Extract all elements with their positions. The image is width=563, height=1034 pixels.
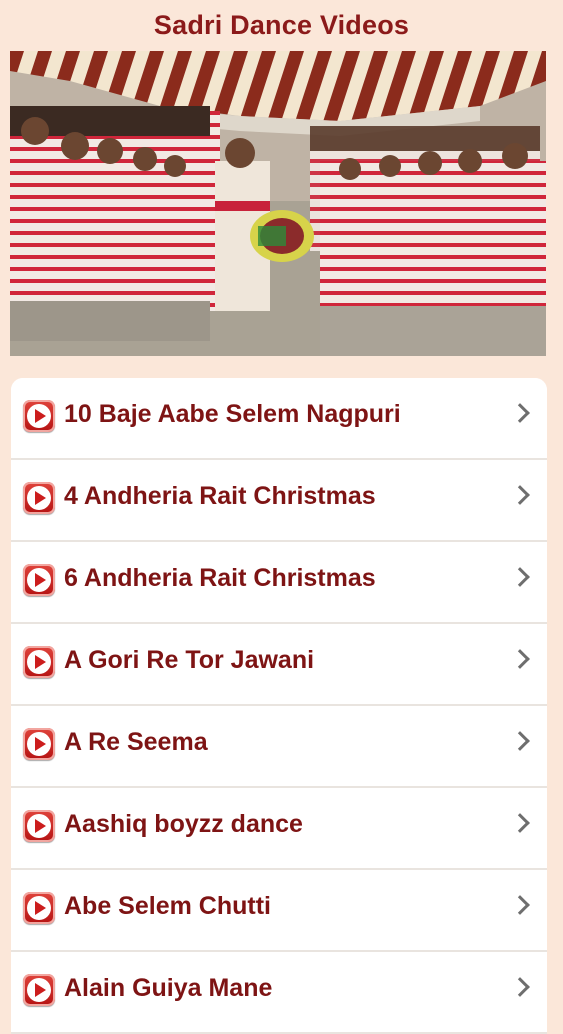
dance-photo [10,51,546,356]
video-list: 10 Baje Aabe Selem Nagpuri 4 Andheria Ra… [11,378,547,1034]
play-icon [23,810,55,842]
play-icon [23,974,55,1006]
chevron-right-icon [510,977,530,997]
video-title: 4 Andheria Rait Christmas [64,482,376,510]
play-icon [23,728,55,760]
chevron-right-icon [510,813,530,833]
chevron-right-icon [510,649,530,669]
video-title: A Gori Re Tor Jawani [64,646,315,674]
play-icon [23,646,55,678]
chevron-right-icon [510,485,530,505]
list-item[interactable]: Abe Selem Chutti [11,870,547,952]
play-icon [23,564,55,596]
play-icon [23,892,55,924]
video-title: Alain Guiya Mane [64,974,273,1002]
video-title: Abe Selem Chutti [64,892,271,920]
play-icon [23,482,55,514]
hero-image [10,51,546,356]
list-item[interactable]: A Re Seema [11,706,547,788]
app-header: Sadri Dance Videos [0,0,563,50]
list-item[interactable]: 6 Andheria Rait Christmas [11,542,547,624]
video-title: 6 Andheria Rait Christmas [64,564,376,592]
list-item[interactable]: 4 Andheria Rait Christmas [11,460,547,542]
play-icon [23,400,55,432]
video-title: 10 Baje Aabe Selem Nagpuri [64,400,401,428]
video-title: A Re Seema [64,728,208,756]
list-item[interactable]: Alain Guiya Mane [11,952,547,1034]
chevron-right-icon [510,403,530,423]
page-title: Sadri Dance Videos [153,9,410,40]
chevron-right-icon [510,895,530,915]
list-item[interactable]: Aashiq boyzz dance [11,788,547,870]
list-item[interactable]: A Gori Re Tor Jawani [11,624,547,706]
chevron-right-icon [510,731,530,751]
video-title: Aashiq boyzz dance [64,810,303,838]
list-item[interactable]: 10 Baje Aabe Selem Nagpuri [11,378,547,460]
chevron-right-icon [510,567,530,587]
